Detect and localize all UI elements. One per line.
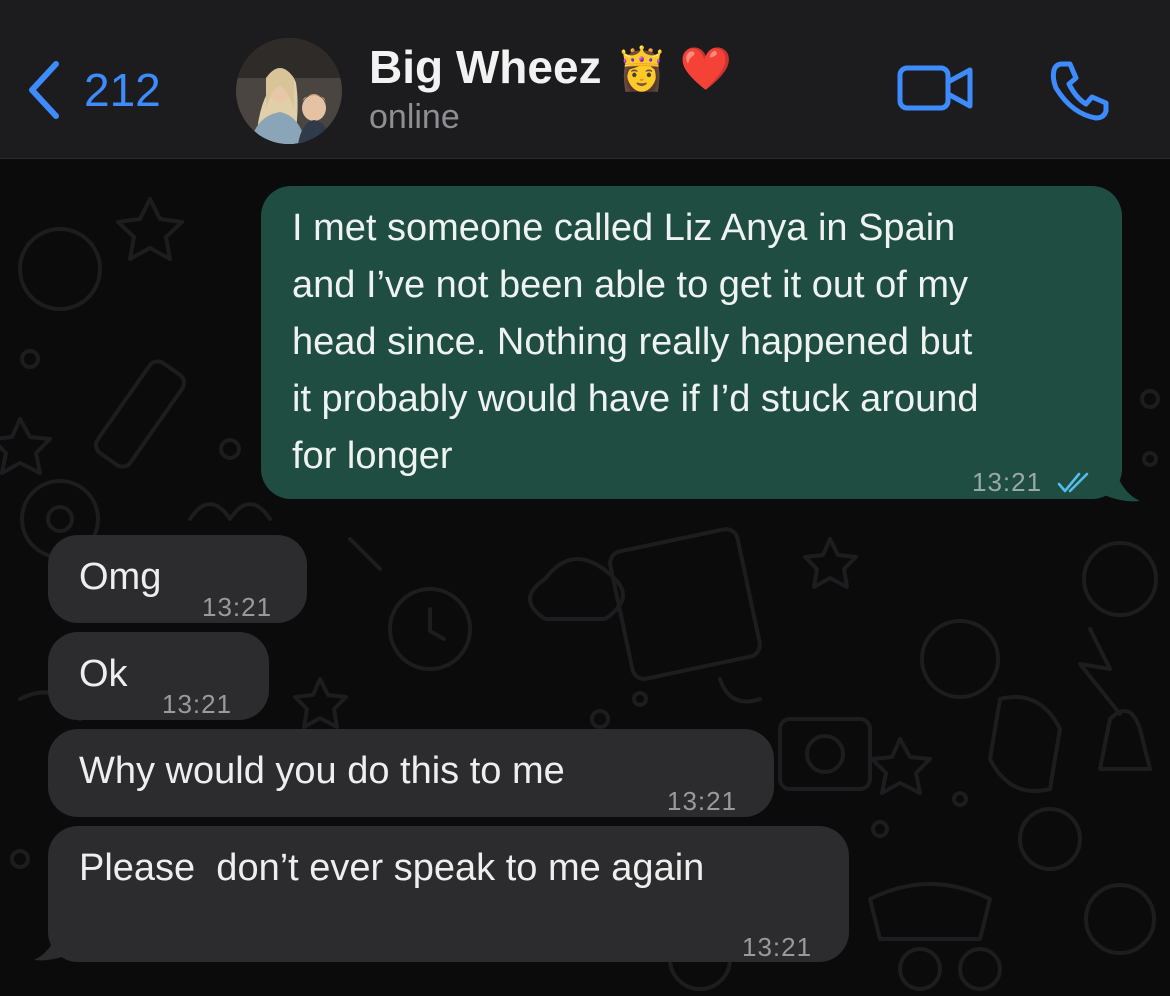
message-time: 13:21 — [667, 786, 738, 816]
chat-area[interactable]: I met someone called Liz Anya in Spain a… — [0, 159, 1170, 996]
chat-header: 212 Big Wheez 👸 ❤️ online — [0, 0, 1170, 159]
message-time: 13:21 — [162, 689, 233, 719]
chevron-left-icon — [26, 60, 62, 120]
message-text: Please don’t ever speak to me again — [79, 847, 705, 889]
name-emojis: 👸 ❤️ — [615, 45, 732, 92]
video-camera-icon — [896, 65, 976, 120]
message-text: Omg — [79, 556, 162, 598]
video-call-button[interactable] — [896, 60, 976, 121]
message-text: Why would you do this to me — [79, 750, 565, 792]
message-text: Ok — [79, 653, 128, 695]
unread-count: 212 — [84, 64, 161, 116]
back-button[interactable]: 212 — [26, 58, 161, 122]
phone-icon — [1046, 61, 1112, 126]
incoming-message[interactable]: Why would you do this to me 13:21 — [48, 729, 774, 817]
message-time: 13:21 — [202, 592, 273, 622]
message-text: I met someone called Liz Anya in Spain a… — [292, 207, 979, 477]
voice-call-button[interactable] — [1046, 58, 1112, 127]
double-check-icon — [1057, 456, 1091, 513]
incoming-message[interactable]: Please don’t ever speak to me again 13:2… — [48, 826, 849, 962]
message-time: 13:21 — [742, 932, 813, 962]
contact-name[interactable]: Big Wheez 👸 ❤️ — [369, 40, 732, 94]
avatar[interactable] — [236, 38, 342, 144]
message-time: 13:21 — [972, 467, 1043, 497]
outgoing-message[interactable]: I met someone called Liz Anya in Spain a… — [261, 186, 1122, 499]
contact-status: online — [369, 98, 460, 136]
incoming-message[interactable]: Omg 13:21 — [48, 535, 307, 623]
incoming-message[interactable]: Ok 13:21 — [48, 632, 269, 720]
